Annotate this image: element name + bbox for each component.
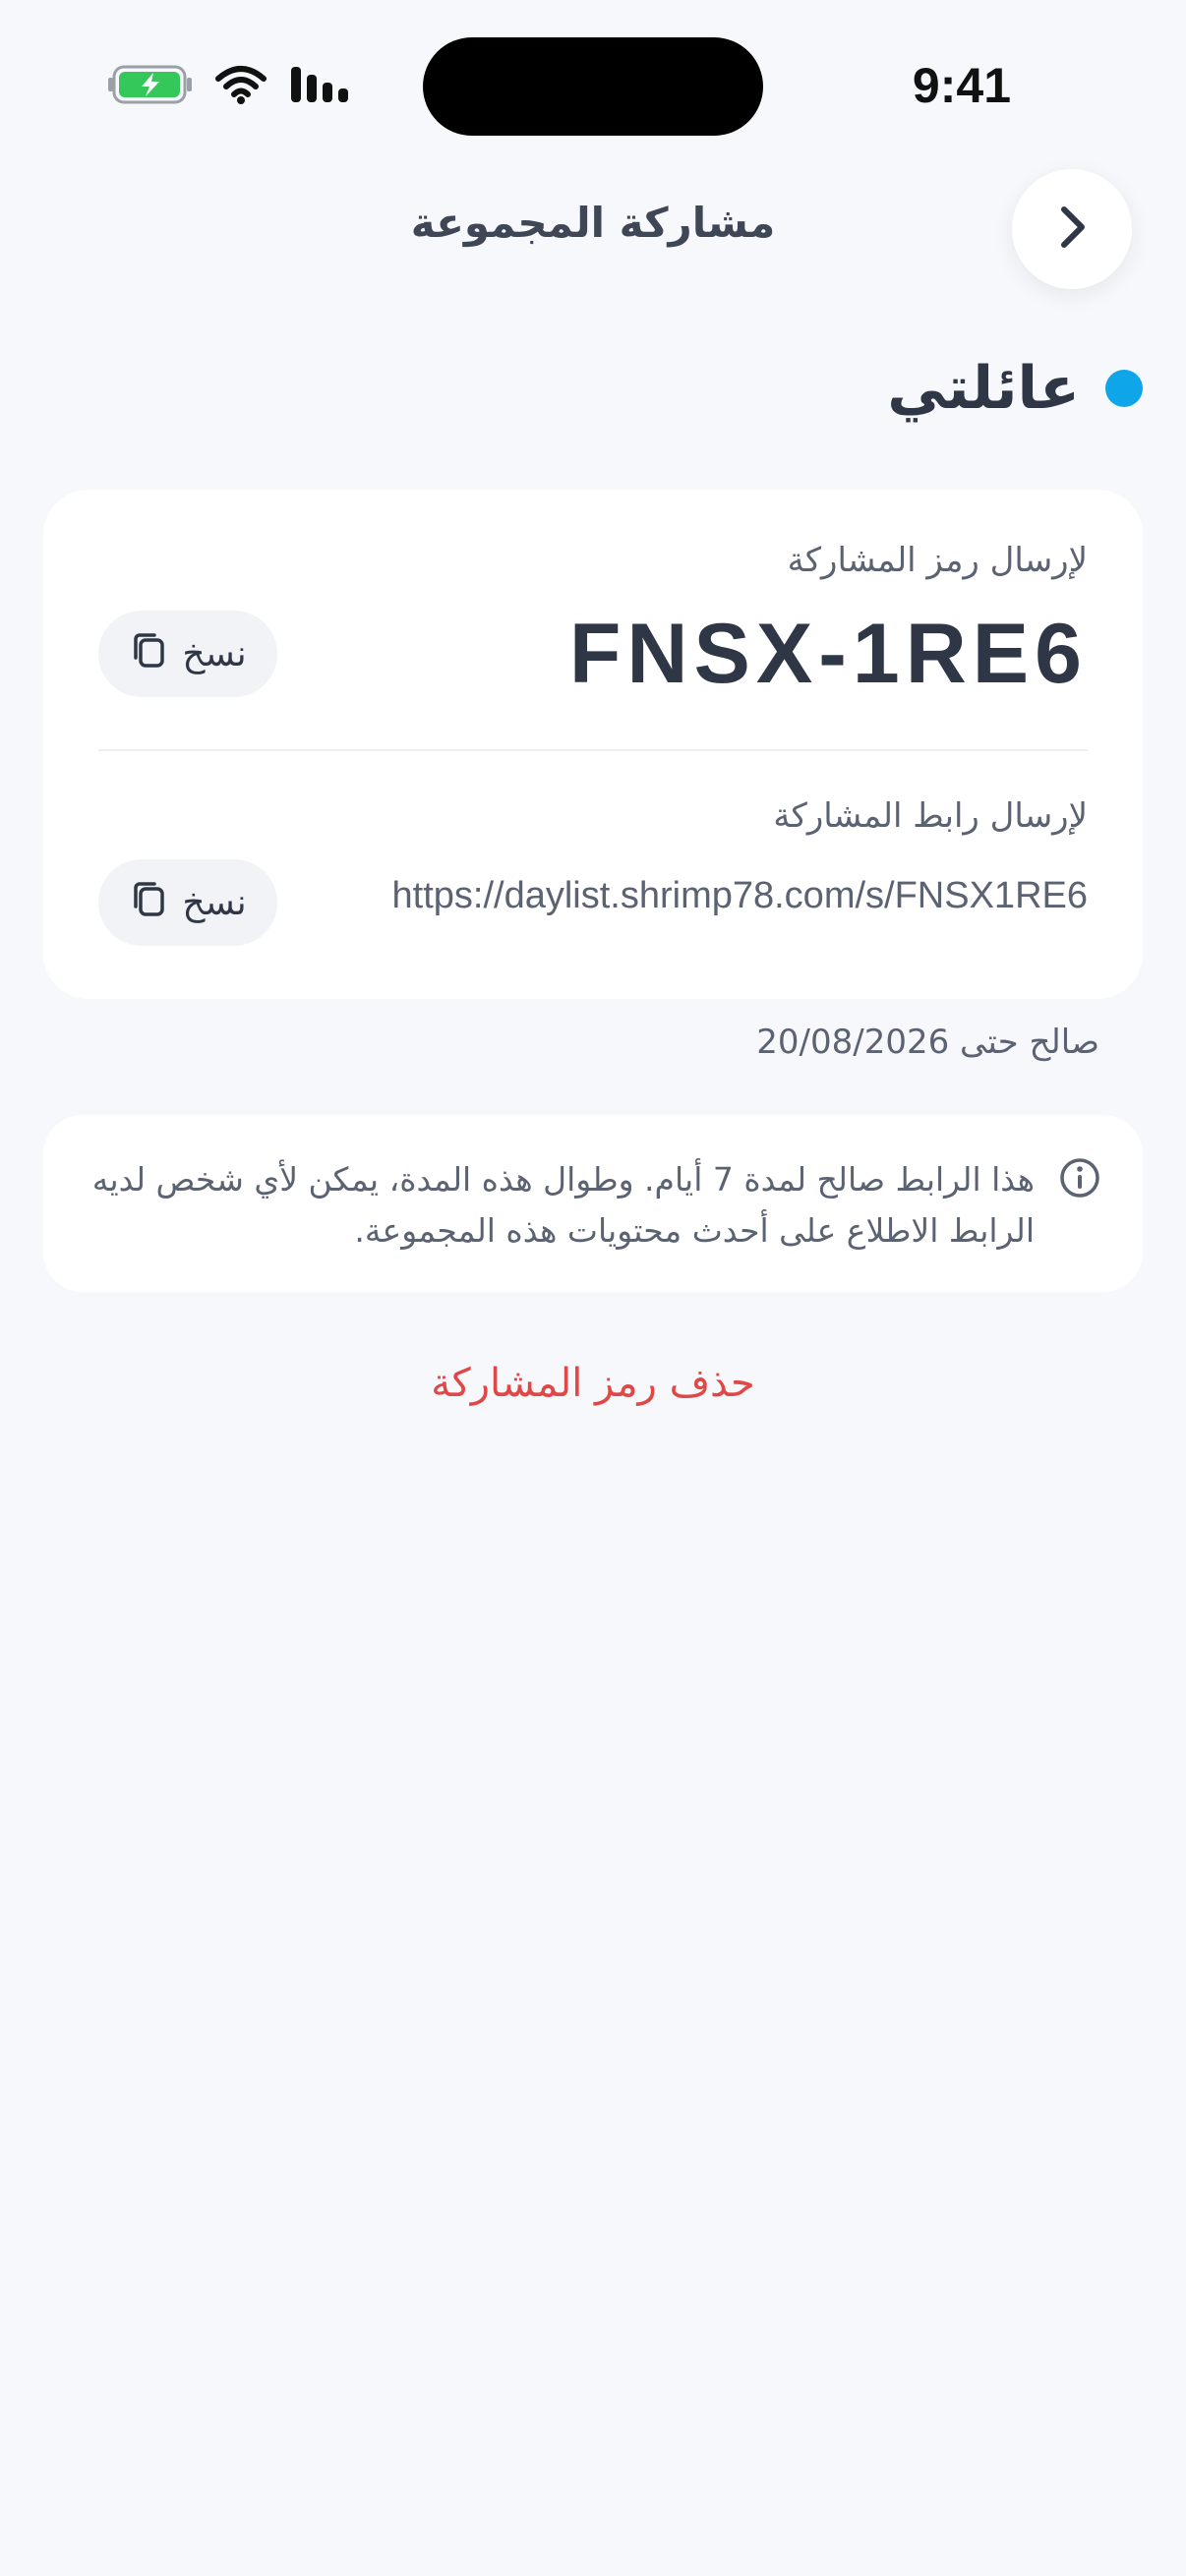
status-bar: 9:41 <box>0 0 1186 157</box>
dynamic-island <box>423 37 763 136</box>
group-color-dot <box>1105 370 1143 407</box>
share-code-label: لإرسال رمز المشاركة <box>787 541 1088 580</box>
share-link-label: لإرسال رابط المشاركة <box>773 796 1088 836</box>
group-title-row: عائلتي <box>887 354 1143 423</box>
valid-until: صالح حتى 20/08/2026 <box>756 1023 1099 1062</box>
screen: 9:41 مشاركة المجموعة عائلتي لإرسال رمز ا… <box>0 0 1186 2576</box>
share-code: FNSX-1RE6 <box>568 607 1088 701</box>
copy-code-label: نسخ <box>182 633 247 674</box>
status-time: 9:41 <box>912 58 1011 113</box>
info-text: هذا الرابط صالح لمدة 7 أيام. وطوال هذه ا… <box>91 1160 1035 1250</box>
signal-icon <box>289 63 354 110</box>
copy-link-button[interactable]: نسخ <box>98 859 277 946</box>
delete-share-code-button[interactable]: حذف رمز المشاركة <box>0 1361 1186 1406</box>
share-card: لإرسال رمز المشاركة FNSX-1RE6 نسخ لإرسال… <box>43 490 1143 999</box>
divider <box>98 749 1088 751</box>
group-name: عائلتي <box>887 354 1080 423</box>
header: مشاركة المجموعة <box>0 157 1186 295</box>
page-title: مشاركة المجموعة <box>410 199 776 247</box>
status-icons <box>108 63 354 110</box>
share-link: https://daylist.shrimp78.com/s/FNSX1RE6 <box>391 875 1088 916</box>
wifi-icon <box>214 63 267 110</box>
info-icon <box>1058 1156 1101 1203</box>
battery-icon <box>108 63 193 110</box>
info-box: هذا الرابط صالح لمدة 7 أيام. وطوال هذه ا… <box>43 1115 1143 1292</box>
copy-icon <box>129 630 168 678</box>
copy-icon <box>129 879 168 927</box>
copy-code-button[interactable]: نسخ <box>98 611 277 697</box>
copy-link-label: نسخ <box>182 882 247 923</box>
